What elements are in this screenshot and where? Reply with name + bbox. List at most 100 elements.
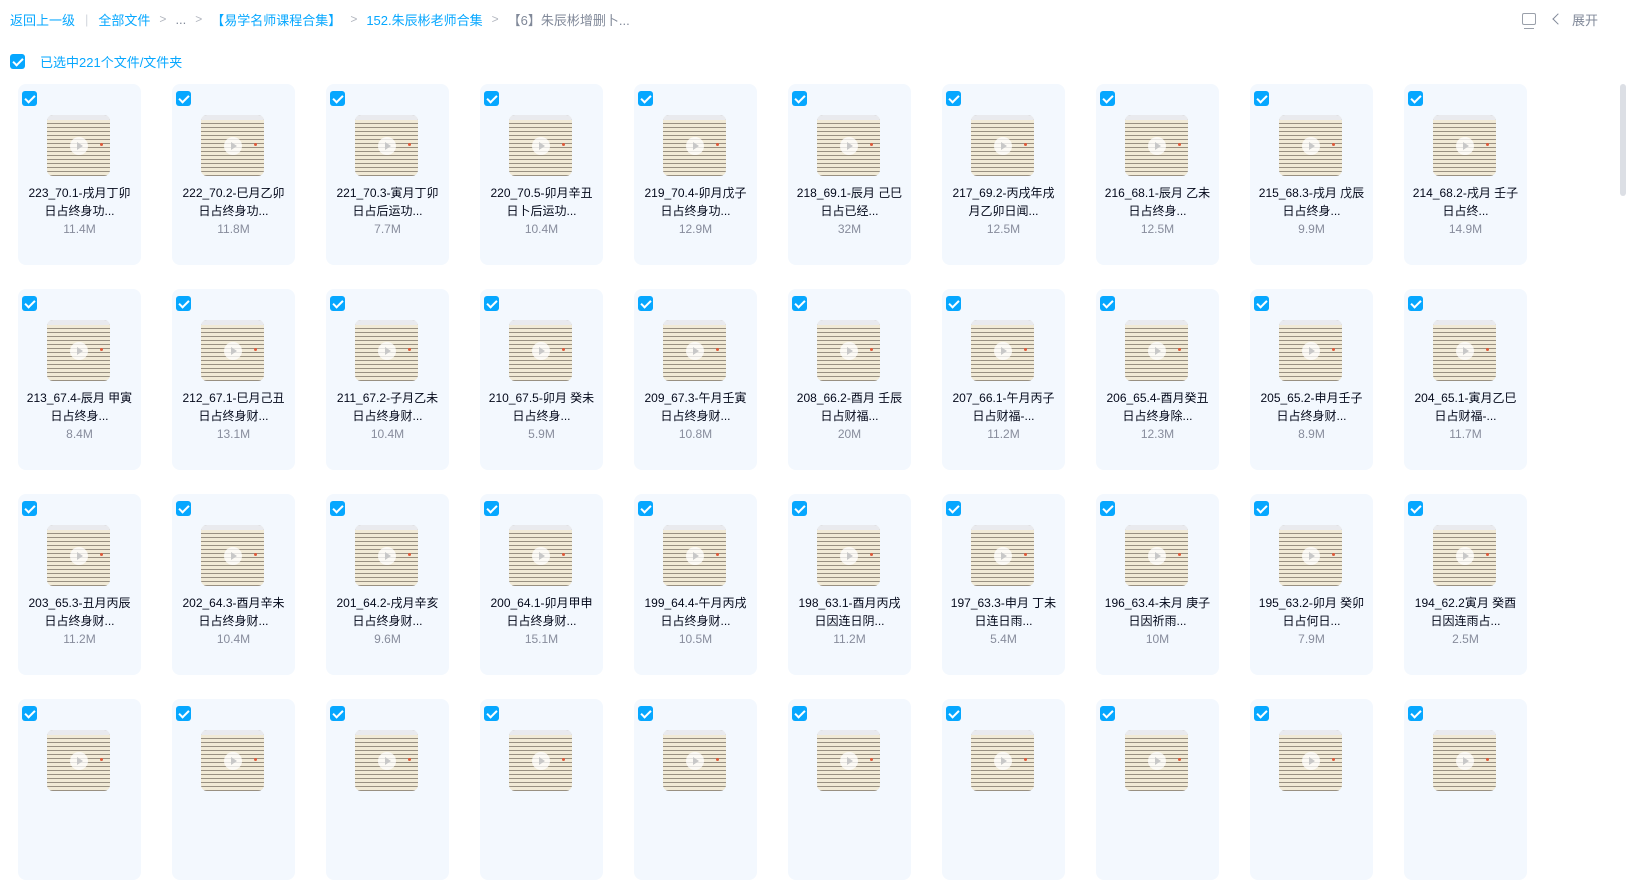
file-card[interactable]: 201_64.2-戌月辛亥日占终身财... 9.6M [326,494,449,675]
crumb-ellipsis[interactable]: ... [175,12,186,27]
file-checkbox[interactable] [946,296,961,311]
file-card[interactable] [1096,699,1219,880]
expand-button[interactable]: 展开 [1552,10,1598,29]
file-card[interactable]: 205_65.2-申月壬子日占终身财... 8.9M [1250,289,1373,470]
file-checkbox[interactable] [1100,706,1115,721]
file-card[interactable]: 214_68.2-戌月 壬子日占终... 14.9M [1404,84,1527,265]
thumbnail-mark [254,143,257,146]
file-checkbox[interactable] [946,706,961,721]
file-card[interactable]: 198_63.1-酉月丙戌日因连日阴... 11.2M [788,494,911,675]
file-card[interactable]: 209_67.3-午月壬寅日占终身财... 10.8M [634,289,757,470]
file-checkbox[interactable] [484,706,499,721]
file-name: 209_67.3-午月壬寅日占终身财... [644,391,747,423]
scrollbar[interactable] [1620,84,1626,196]
file-card[interactable]: 208_66.2-酉月 壬辰日占财福... 20M [788,289,911,470]
file-card[interactable]: 204_65.1-寅月乙巳日占财福-... 11.7M [1404,289,1527,470]
file-checkbox[interactable] [330,706,345,721]
back-link[interactable]: 返回上一级 [10,10,75,29]
file-card[interactable]: 200_64.1-卯月甲申日占终身财... 15.1M [480,494,603,675]
file-card[interactable]: 199_64.4-午月丙戌日占终身财... 10.5M [634,494,757,675]
crumb-level1[interactable]: 【易学名师课程合集】 [211,10,341,29]
file-card[interactable] [172,699,295,880]
file-checkbox[interactable] [484,296,499,311]
file-card[interactable]: 223_70.1-戌月丁卯日占终身功... 11.4M [18,84,141,265]
file-card[interactable] [1404,699,1527,880]
file-checkbox[interactable] [792,296,807,311]
file-card[interactable]: 207_66.1-午月丙子日占财福-... 11.2M [942,289,1065,470]
file-checkbox[interactable] [1408,706,1423,721]
view-toggle-icon[interactable] [1521,13,1536,29]
file-checkbox[interactable] [1100,501,1115,516]
file-checkbox[interactable] [22,501,37,516]
file-checkbox[interactable] [792,706,807,721]
file-checkbox[interactable] [638,296,653,311]
file-card[interactable]: 222_70.2-巳月乙卯日占终身功... 11.8M [172,84,295,265]
file-card[interactable] [634,699,757,880]
file-checkbox[interactable] [638,501,653,516]
select-all-checkbox[interactable] [10,54,25,69]
file-card[interactable] [942,699,1065,880]
file-card[interactable]: 195_63.2-卯月 癸卯日占何日... 7.9M [1250,494,1373,675]
file-card[interactable] [1250,699,1373,880]
file-card[interactable]: 215_68.3-戌月 戊辰日占终身... 9.9M [1250,84,1373,265]
file-checkbox[interactable] [176,706,191,721]
file-checkbox[interactable] [638,91,653,106]
video-thumbnail [1279,525,1342,586]
file-card[interactable]: 221_70.3-寅月丁卯日占后运功... 7.7M [326,84,449,265]
file-card[interactable]: 211_67.2-子月乙未日占终身财... 10.4M [326,289,449,470]
file-checkbox[interactable] [1254,501,1269,516]
file-checkbox[interactable] [176,91,191,106]
file-checkbox[interactable] [792,501,807,516]
file-card[interactable]: 203_65.3-丑月丙辰日占终身财... 11.2M [18,494,141,675]
crumb-level2[interactable]: 152.朱辰彬老师合集 [366,10,482,29]
file-checkbox[interactable] [1254,296,1269,311]
file-card[interactable]: 219_70.4-卯月戊子日占终身功... 12.9M [634,84,757,265]
file-checkbox[interactable] [946,91,961,106]
file-checkbox[interactable] [484,91,499,106]
file-card[interactable]: 216_68.1-辰月 乙未日占终身... 12.5M [1096,84,1219,265]
file-checkbox[interactable] [946,501,961,516]
file-checkbox[interactable] [1100,296,1115,311]
file-checkbox[interactable] [330,501,345,516]
file-card[interactable]: 218_69.1-辰月 己巳日占已经... 32M [788,84,911,265]
file-checkbox[interactable] [22,91,37,106]
file-checkbox[interactable] [792,91,807,106]
file-checkbox[interactable] [330,91,345,106]
file-checkbox[interactable] [1254,91,1269,106]
file-checkbox[interactable] [1100,91,1115,106]
thumbnail-mark [1178,348,1181,351]
file-checkbox[interactable] [484,501,499,516]
file-checkbox[interactable] [176,501,191,516]
file-card[interactable]: 197_63.3-申月 丁未日连日雨... 5.4M [942,494,1065,675]
play-icon [531,341,550,360]
video-thumbnail [971,115,1034,176]
file-card[interactable]: 194_62.2寅月 癸酉日因连雨占... 2.5M [1404,494,1527,675]
file-card[interactable]: 206_65.4-酉月癸丑日占终身除... 12.3M [1096,289,1219,470]
file-card[interactable]: 202_64.3-酉月辛未日占终身财... 10.4M [172,494,295,675]
file-card[interactable] [480,699,603,880]
file-checkbox[interactable] [22,706,37,721]
file-name: 217_69.2-丙戌年戌月乙卯日闻... [952,186,1055,218]
thumbnail-mark [100,553,103,556]
file-card[interactable]: 220_70.5-卯月辛丑日卜后运功... 10.4M [480,84,603,265]
file-card[interactable] [326,699,449,880]
file-card[interactable]: 212_67.1-巳月己丑日占终身财... 13.1M [172,289,295,470]
file-checkbox[interactable] [638,706,653,721]
file-checkbox[interactable] [176,296,191,311]
file-card[interactable] [788,699,911,880]
play-icon [377,136,396,155]
file-card[interactable]: 196_63.4-未月 庚子日因祈雨... 10M [1096,494,1219,675]
crumb-all-files[interactable]: 全部文件 [98,10,150,29]
thumbnail-mark [254,553,257,556]
file-card[interactable]: 217_69.2-丙戌年戌月乙卯日闻... 12.5M [942,84,1065,265]
file-checkbox[interactable] [1408,296,1423,311]
file-card[interactable]: 213_67.4-辰月 甲寅日占终身... 8.4M [18,289,141,470]
video-thumbnail [1279,320,1342,381]
file-checkbox[interactable] [22,296,37,311]
file-checkbox[interactable] [1408,501,1423,516]
file-card[interactable]: 210_67.5-卯月 癸未日占终身... 5.9M [480,289,603,470]
file-checkbox[interactable] [1254,706,1269,721]
file-checkbox[interactable] [330,296,345,311]
file-checkbox[interactable] [1408,91,1423,106]
file-card[interactable] [18,699,141,880]
